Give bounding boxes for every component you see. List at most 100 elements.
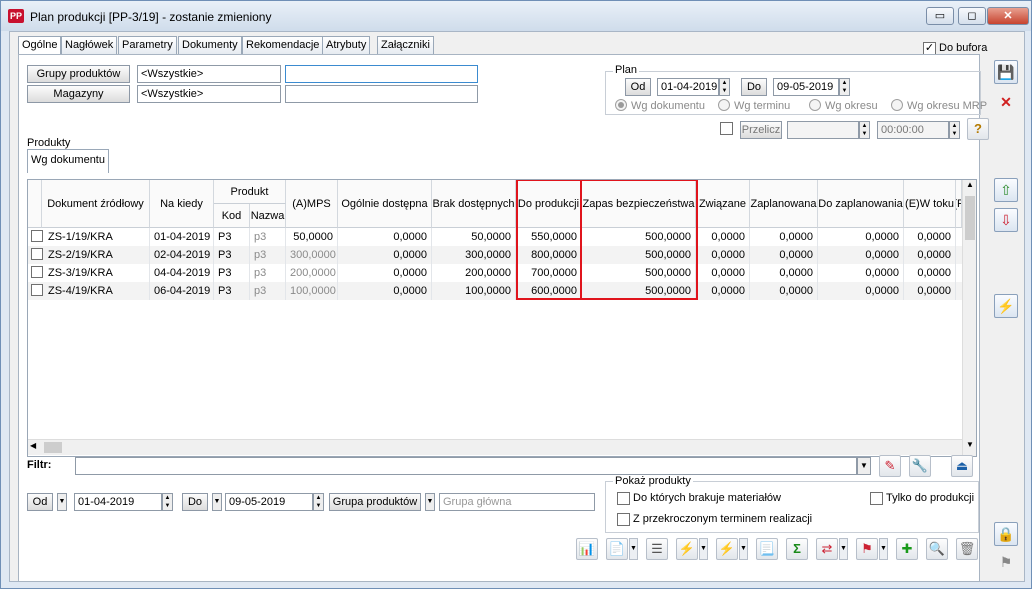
lightning-green-menu-icon[interactable]: ▼: [739, 538, 748, 560]
scroll-left-icon[interactable]: ◀: [30, 441, 36, 450]
tylko-checkbox[interactable]: [870, 492, 883, 505]
grid-header-w-toku[interactable]: (E)W toku: [904, 180, 956, 228]
magazyny-field[interactable]: <Wszystkie>: [137, 85, 281, 103]
grid-header-mps[interactable]: (A)MPS: [286, 180, 338, 228]
table-row[interactable]: ZS-1/19/KRA 01-04-2019 P3 p3 50,0000 0,0000 50…: [28, 228, 976, 246]
tab-naglowek[interactable]: Nagłówek: [61, 36, 118, 55]
grid-header-zaplanowana[interactable]: Zaplanowana: [750, 180, 818, 228]
magazyny-extra-field[interactable]: [285, 85, 478, 103]
przekroczony-checkbox[interactable]: [617, 513, 630, 526]
pin-icon[interactable]: ⚑: [994, 550, 1018, 574]
radio-wg-dokumentu[interactable]: Wg dokumentu: [615, 99, 705, 112]
lightning-green-icon[interactable]: ⚡: [716, 538, 738, 560]
plan-do-spin[interactable]: ▲ ▼: [839, 78, 850, 96]
grupa-produktow-field[interactable]: Grupa główna: [439, 493, 595, 511]
magazyny-button[interactable]: Magazyny: [27, 85, 130, 103]
przelicz-spin[interactable]: ▲ ▼: [859, 121, 870, 139]
bottom-do-spin[interactable]: ▲ ▼: [313, 493, 324, 511]
document-menu-icon[interactable]: ▼: [629, 538, 638, 560]
radio-wg-terminu[interactable]: Wg terminu: [718, 99, 790, 112]
bottom-do-menu[interactable]: ▼: [212, 493, 222, 511]
plan-od-spin[interactable]: ▲ ▼: [719, 78, 730, 96]
przelicz-button[interactable]: Przelicz: [740, 121, 782, 139]
close-button[interactable]: ✕: [987, 7, 1029, 25]
chart-icon[interactable]: 📊: [576, 538, 598, 560]
filtr-input[interactable]: [75, 457, 857, 475]
tab-parametry[interactable]: Parametry: [118, 36, 177, 55]
grupa-produktow-button[interactable]: Grupa produktów: [329, 493, 421, 511]
save-icon[interactable]: 💾: [994, 60, 1018, 84]
radio-wg-okresu-mrp[interactable]: Wg okresu MRP: [891, 99, 987, 112]
filter-edit-icon[interactable]: ✎: [879, 455, 901, 477]
grid-header-do-zaplanowania[interactable]: Do zaplanowania: [818, 180, 904, 228]
scroll-thumb[interactable]: [965, 196, 975, 240]
bottom-od-button[interactable]: Od: [27, 493, 53, 511]
mark-icon[interactable]: ⚑: [856, 538, 878, 560]
lightning-orange-icon[interactable]: ⚡: [676, 538, 698, 560]
grupy-produktow-button[interactable]: Grupy produktów: [27, 65, 130, 83]
grid-header-nazwa[interactable]: Nazwa: [250, 204, 286, 228]
list-icon[interactable]: ☰: [646, 538, 668, 560]
plan-od-button[interactable]: Od: [625, 78, 651, 96]
bottom-od-menu[interactable]: ▼: [57, 493, 67, 511]
minimize-button[interactable]: ▭: [926, 7, 954, 25]
help-icon[interactable]: ?: [967, 118, 989, 140]
radio-wg-okresu[interactable]: Wg okresu: [809, 99, 878, 112]
grid-header-na-kiedy[interactable]: Na kiedy: [150, 180, 214, 228]
filtr-dropdown[interactable]: ▼: [857, 457, 871, 475]
wg-dokumentu-subtab[interactable]: Wg dokumentu: [27, 149, 109, 173]
przelicz-field[interactable]: [787, 121, 859, 139]
table-row[interactable]: ZS-4/19/KRA 06-04-2019 P3 p3 100,0000 0,0000 1…: [28, 282, 976, 300]
grid-header-zwiazane[interactable]: Związane: [696, 180, 750, 228]
filter-wrench-icon[interactable]: 🔧: [909, 455, 931, 477]
page-icon[interactable]: 📃: [756, 538, 778, 560]
przelicz-checkbox[interactable]: [720, 122, 733, 135]
sigma-icon[interactable]: Σ: [786, 538, 808, 560]
grupa-produktow-menu[interactable]: ▼: [425, 493, 435, 511]
tab-rekomendacje[interactable]: Rekomendacje: [242, 36, 324, 55]
window-title: Plan produkcji [PP-3/19] - zostanie zmie…: [30, 10, 272, 24]
lightning-side-icon[interactable]: ⚡: [994, 294, 1018, 318]
grid-header-produkt[interactable]: Produkt: [214, 180, 286, 204]
grid-header-brak[interactable]: Brak dostępnych: [432, 180, 516, 228]
table-row[interactable]: ZS-3/19/KRA 04-04-2019 P3 p3 200,0000 0,0000 2…: [28, 264, 976, 282]
table-row[interactable]: ZS-2/19/KRA 02-04-2019 P3 p3 300,0000 0,0000 3…: [28, 246, 976, 264]
tab-atrybuty[interactable]: Atrybuty: [322, 36, 371, 55]
plan-do-button[interactable]: Do: [741, 78, 767, 96]
grid-header-dokument[interactable]: Dokument źródłowy: [42, 180, 150, 228]
search-icon[interactable]: 🔍: [926, 538, 948, 560]
time-field[interactable]: 00:00:00: [877, 121, 949, 139]
plus-icon[interactable]: ✚: [896, 538, 918, 560]
plan-od-date[interactable]: 01-04-2019: [657, 78, 719, 96]
hscroll-thumb[interactable]: [44, 442, 62, 453]
document-icon[interactable]: 📄: [606, 538, 628, 560]
tab-zalaczniki[interactable]: Załączniki: [377, 36, 434, 55]
cancel-icon[interactable]: ✕: [994, 90, 1018, 114]
time-spin[interactable]: ▲ ▼: [949, 121, 960, 139]
plan-do-date[interactable]: 09-05-2019: [773, 78, 839, 96]
grupy-produktow-extra-field[interactable]: [285, 65, 478, 83]
grid-vertical-scrollbar[interactable]: ▲ ▼: [962, 180, 976, 456]
move-up-icon[interactable]: ⇧: [994, 178, 1018, 202]
grupy-produktow-field[interactable]: <Wszystkie>: [137, 65, 281, 83]
move-down-icon[interactable]: ⇩: [994, 208, 1018, 232]
scroll-up-icon[interactable]: ▲: [964, 180, 976, 194]
trash-icon[interactable]: 🗑: [956, 538, 978, 560]
arrows-icon[interactable]: ⇄: [816, 538, 838, 560]
maximize-button[interactable]: ◻: [958, 7, 986, 25]
grid-header-kod[interactable]: Kod: [214, 204, 250, 228]
scroll-down-icon[interactable]: ▼: [964, 440, 976, 454]
bottom-do-date[interactable]: 09-05-2019: [225, 493, 313, 511]
grid-header-ogolnie[interactable]: Ogólnie dostępna: [338, 180, 432, 228]
tab-dokumenty[interactable]: Dokumenty: [178, 36, 242, 55]
filter-apply-icon[interactable]: ⏏: [951, 455, 973, 477]
lightning-orange-menu-icon[interactable]: ▼: [699, 538, 708, 560]
bottom-od-spin[interactable]: ▲ ▼: [162, 493, 173, 511]
bottom-do-button[interactable]: Do: [182, 493, 208, 511]
bottom-od-date[interactable]: 01-04-2019: [74, 493, 162, 511]
grid-horizontal-scrollbar[interactable]: ◀: [28, 439, 962, 455]
arrows-menu-icon[interactable]: ▼: [839, 538, 848, 560]
lock-icon[interactable]: 🔒: [994, 522, 1018, 546]
mark-menu-icon[interactable]: ▼: [879, 538, 888, 560]
brakuje-checkbox[interactable]: [617, 492, 630, 505]
